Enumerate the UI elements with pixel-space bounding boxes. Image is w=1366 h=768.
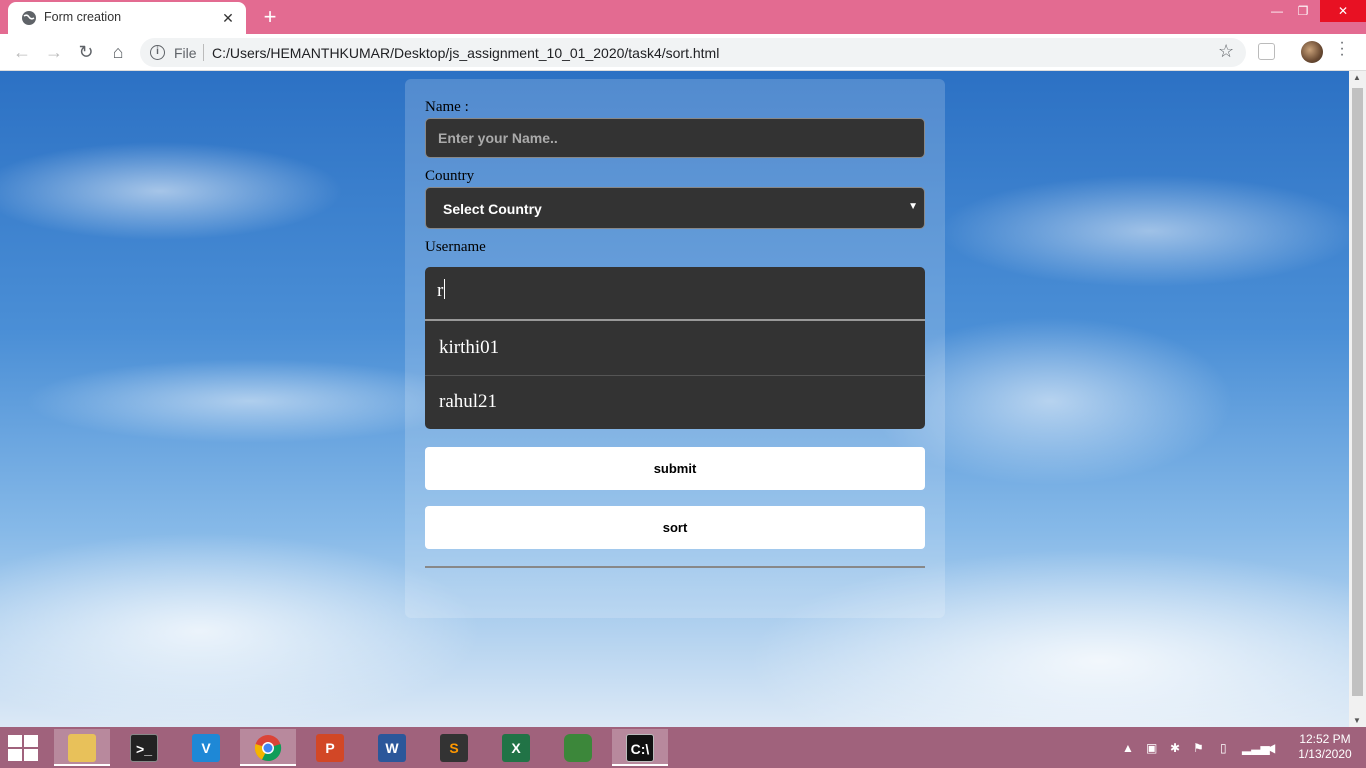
browser-toolbar: ← → ↻ ⌂ i File C:/Users/HEMANTHKUMAR/Des… bbox=[0, 34, 1366, 71]
username-value: r bbox=[437, 280, 444, 301]
profile-avatar[interactable] bbox=[1301, 41, 1323, 63]
address-bar[interactable]: i File C:/Users/HEMANTHKUMAR/Desktop/js_… bbox=[140, 38, 1246, 67]
username-autocomplete: r kirthi01 rahul21 bbox=[425, 267, 925, 429]
omnibox-scheme: File bbox=[174, 45, 197, 61]
node-icon[interactable] bbox=[550, 729, 606, 766]
command-prompt-icon[interactable]: C:\ bbox=[612, 729, 668, 766]
home-icon[interactable]: ⌂ bbox=[104, 38, 132, 66]
username-input[interactable]: r bbox=[425, 267, 925, 321]
bookmark-star-icon[interactable]: ☆ bbox=[1218, 41, 1234, 62]
tab-close-icon[interactable]: ✕ bbox=[216, 6, 240, 30]
show-hidden-icons-icon[interactable]: ▲ bbox=[1122, 741, 1134, 755]
form-divider bbox=[425, 566, 925, 568]
reload-icon[interactable]: ↻ bbox=[72, 38, 100, 66]
browser-tab[interactable]: Form creation ✕ bbox=[8, 2, 246, 34]
country-label: Country bbox=[425, 168, 475, 184]
country-select[interactable]: Select Country ▼ bbox=[425, 187, 925, 229]
windows-start-icon[interactable] bbox=[8, 735, 40, 761]
sublime-text-icon[interactable]: S bbox=[426, 729, 482, 766]
terminal-icon[interactable]: >_ bbox=[116, 729, 172, 766]
suggestion-item[interactable]: kirthi01 bbox=[425, 322, 925, 376]
url-text[interactable]: C:/Users/HEMANTHKUMAR/Desktop/js_assignm… bbox=[212, 45, 719, 61]
page-viewport: Name : Enter your Name.. Country Select … bbox=[0, 71, 1349, 727]
username-label: Username bbox=[425, 239, 486, 255]
file-explorer-icon[interactable] bbox=[54, 729, 110, 766]
network-warning-icon[interactable]: ⚑ bbox=[1193, 741, 1204, 755]
back-arrow-icon[interactable]: ← bbox=[8, 38, 36, 66]
omnibox-separator bbox=[203, 44, 204, 61]
globe-icon bbox=[22, 11, 36, 25]
menu-dots-icon[interactable]: · · · bbox=[1336, 35, 1348, 64]
text-cursor bbox=[444, 279, 446, 299]
scroll-up-arrow-icon[interactable]: ▲ bbox=[1353, 73, 1361, 82]
suggestion-label: kirthi01 bbox=[439, 337, 500, 358]
browser-titlebar: Form creation ✕ + — ❐ ✕ bbox=[0, 0, 1366, 34]
bluetooth-icon[interactable]: ✱ bbox=[1170, 741, 1180, 755]
system-clock[interactable]: 12:52 PM 1/13/2020 bbox=[1290, 732, 1360, 762]
forward-arrow-icon[interactable]: → bbox=[40, 38, 68, 66]
suggestion-item[interactable]: rahul21 bbox=[425, 376, 925, 429]
country-selected-value: Select Country bbox=[443, 201, 542, 217]
excel-icon[interactable]: X bbox=[488, 729, 544, 766]
submit-button[interactable]: submit bbox=[425, 447, 925, 490]
chrome-icon[interactable] bbox=[240, 729, 296, 766]
extension-icon[interactable] bbox=[1258, 43, 1275, 60]
clock-date: 1/13/2020 bbox=[1298, 747, 1352, 761]
volume-icon[interactable]: ◀ bbox=[1266, 741, 1275, 755]
printer-icon[interactable]: ▣ bbox=[1146, 741, 1157, 755]
vertical-scrollbar[interactable]: ▲ ▼ bbox=[1349, 71, 1366, 727]
scrollbar-thumb[interactable] bbox=[1352, 88, 1363, 696]
sort-button[interactable]: sort bbox=[425, 506, 925, 549]
clock-time: 12:52 PM bbox=[1299, 732, 1351, 746]
battery-icon[interactable]: ▯ bbox=[1220, 741, 1227, 755]
word-icon[interactable]: W bbox=[364, 729, 420, 766]
tab-title: Form creation bbox=[44, 10, 122, 24]
vscode-icon[interactable]: V bbox=[178, 729, 234, 766]
dropdown-caret-icon: ▼ bbox=[908, 201, 918, 212]
powerpoint-icon[interactable]: P bbox=[302, 729, 358, 766]
windows-taskbar: >_ V P W S X C:\ ▲ ▣ ✱ ⚑ ▯ ▂▃▅ ◀ 12:52 P… bbox=[0, 727, 1366, 768]
suggestion-label: rahul21 bbox=[439, 391, 498, 412]
info-icon[interactable]: i bbox=[150, 45, 165, 60]
scroll-down-arrow-icon[interactable]: ▼ bbox=[1353, 716, 1361, 725]
close-window-button[interactable]: ✕ bbox=[1320, 0, 1366, 22]
name-input[interactable]: Enter your Name.. bbox=[425, 118, 925, 158]
form-card: Name : Enter your Name.. Country Select … bbox=[405, 79, 945, 618]
name-placeholder: Enter your Name.. bbox=[438, 130, 558, 146]
name-label: Name : bbox=[425, 99, 469, 115]
new-tab-button[interactable]: + bbox=[258, 4, 282, 30]
chrome-logo bbox=[254, 735, 282, 762]
